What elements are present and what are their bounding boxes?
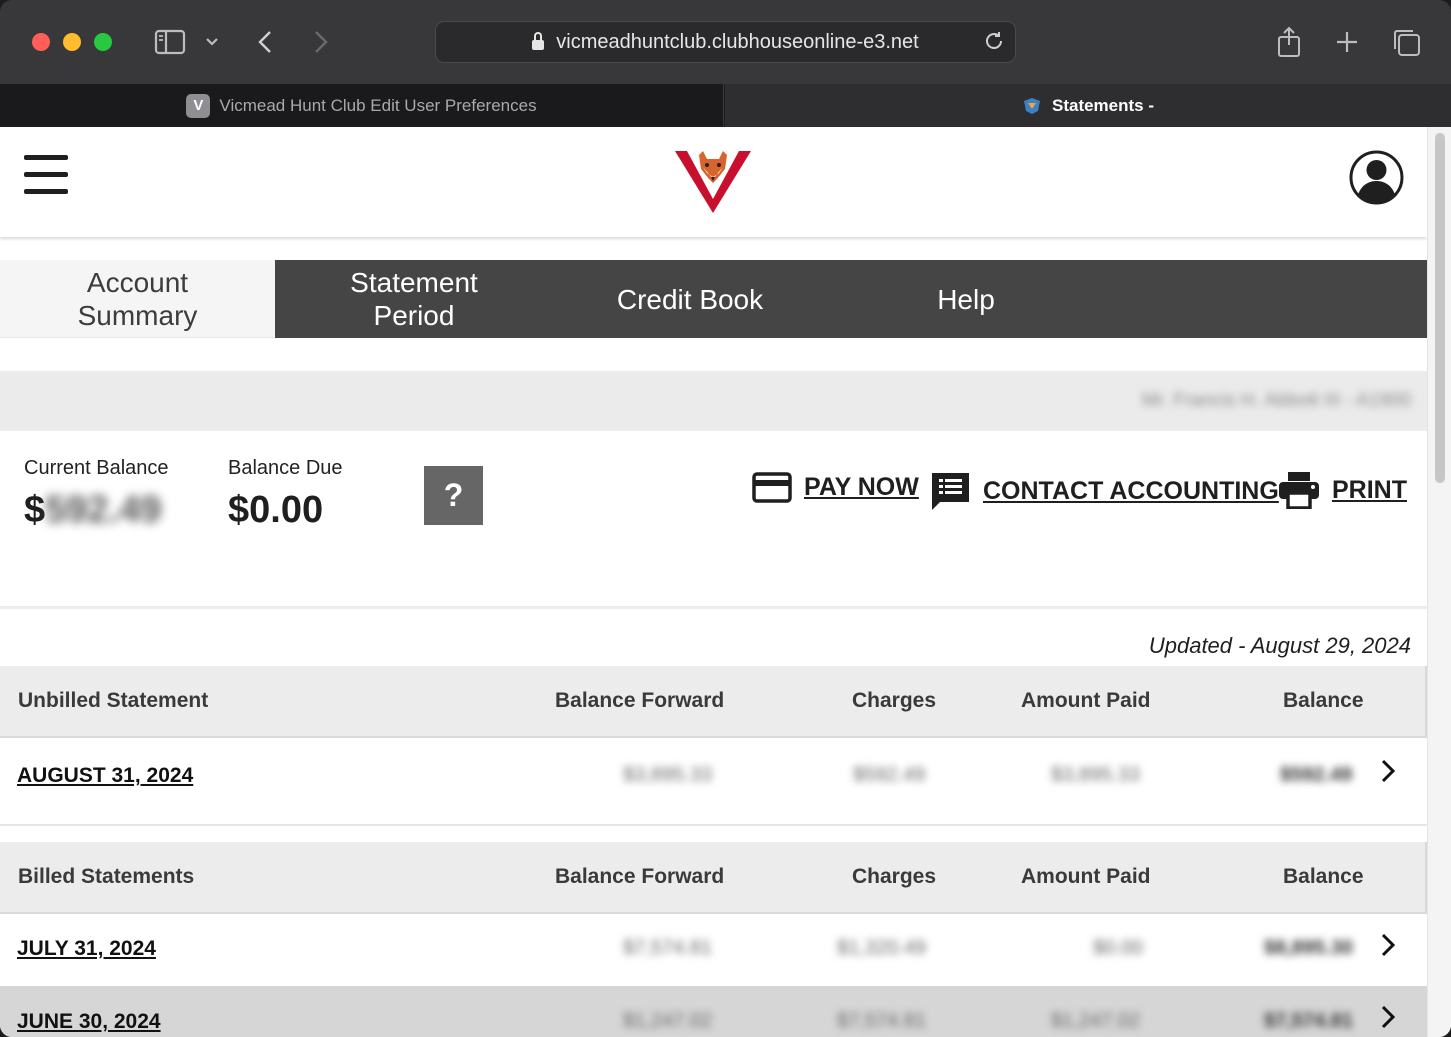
url-text: vicmeadhuntclub.clubhouseonline-e3.net: [556, 30, 919, 53]
web-page: Account Summary Statement Period Credit Bo…: [0, 127, 1451, 1037]
unbilled-table-header: Unbilled Statement Balance Forward Charg…: [0, 666, 1427, 738]
balance-value: $7,574.81: [1264, 1010, 1353, 1032]
contact-accounting-label: CONTACT ACCOUNTING: [983, 476, 1279, 505]
column-header-balance-forward: Balance Forward: [555, 865, 725, 888]
new-tab-icon[interactable]: [1332, 24, 1362, 60]
pay-now-link[interactable]: PAY NOW: [752, 471, 919, 503]
address-bar[interactable]: vicmeadhuntclub.clubhouseonline-e3.net: [435, 21, 1016, 63]
zoom-window-button[interactable]: [94, 33, 112, 51]
share-icon[interactable]: [1274, 24, 1304, 60]
balance-forward-value: $3,895.33: [623, 764, 712, 786]
column-header-charges: Charges: [852, 865, 937, 888]
browser-toolbar: vicmeadhuntclub.clubhouseonline-e3.net: [0, 0, 1451, 84]
lock-icon: [532, 32, 545, 50]
printer-icon: [1279, 472, 1319, 509]
tab-label-line1: Statement: [350, 267, 478, 298]
column-header-amount-paid: Amount Paid: [1021, 865, 1151, 888]
tab-strip: V Vicmead Hunt Club Edit User Preference…: [0, 84, 1451, 127]
print-label: PRINT: [1332, 475, 1407, 504]
chevron-right-icon[interactable]: [1378, 1004, 1398, 1030]
statement-date-link[interactable]: AUGUST 31, 2024: [17, 764, 193, 788]
statement-nav: Account Summary Statement Period Credit Bo…: [0, 260, 1427, 338]
balance-due-value: $0.00: [228, 489, 324, 531]
tab-label: Statements -: [1051, 95, 1155, 115]
table-row[interactable]: AUGUST 31, 2024 $3,895.33 $592.49 $3,895…: [0, 740, 1427, 826]
site-favicon-icon: [1022, 97, 1042, 115]
balance-due-label: Balance Due: [228, 457, 343, 479]
balance-summary: Current Balance $592.49 Balance Due $0.0…: [0, 431, 1427, 609]
amount-paid-value: $1,247.02: [1051, 1010, 1140, 1032]
menu-icon[interactable]: [24, 155, 68, 195]
tab-label: Vicmead Hunt Club Edit User Preferences: [219, 95, 537, 115]
balance-value: $592.49: [1280, 764, 1353, 786]
currency-symbol: $: [24, 489, 46, 531]
club-logo[interactable]: [673, 149, 753, 215]
reload-icon[interactable]: [983, 30, 1005, 58]
tab-label-line2: Period: [373, 300, 455, 331]
current-balance-amount: 592.49: [45, 489, 162, 531]
column-header-balance-forward: Balance Forward: [555, 689, 725, 712]
charges-value: $1,320.49: [837, 937, 926, 959]
minimize-window-button[interactable]: [63, 33, 81, 51]
balance-forward-value: $7,574.81: [623, 937, 712, 959]
pay-now-label: PAY NOW: [804, 472, 919, 501]
tab-statement-period[interactable]: Statement Period: [276, 260, 552, 338]
v-favicon-icon: V: [186, 93, 211, 118]
message-icon: [932, 473, 969, 510]
scrollbar-thumb[interactable]: [1435, 133, 1445, 483]
amount-paid-value: $0.00: [1093, 937, 1144, 959]
amount-paid-value: $3,895.33: [1051, 764, 1140, 786]
billed-table-header: Billed Statements Balance Forward Charge…: [0, 842, 1427, 914]
charges-value: $7,574.81: [837, 1010, 926, 1032]
current-balance-value: $592.49: [24, 489, 161, 532]
balance-forward-value: $1,247.02: [623, 1010, 712, 1032]
sidebar-toggle-icon[interactable]: [152, 24, 188, 60]
page-scrollbar[interactable]: [1427, 127, 1451, 1037]
tab-statements[interactable]: Statements -: [725, 84, 1451, 127]
tab-account-summary[interactable]: Account Summary: [0, 260, 275, 338]
print-link[interactable]: PRINT: [1278, 471, 1407, 509]
tab-user-preferences[interactable]: V Vicmead Hunt Club Edit User Preference…: [0, 84, 724, 127]
updated-date: Updated - August 29, 2024: [1148, 633, 1411, 658]
balance-help-button[interactable]: ?: [424, 466, 483, 525]
chevron-down-icon[interactable]: [200, 24, 224, 60]
column-header-charges: Charges: [852, 689, 937, 712]
tab-label-line1: Account: [86, 266, 189, 298]
credit-card-icon: [752, 472, 792, 503]
column-header-amount-paid: Amount Paid: [1021, 689, 1151, 712]
tab-help[interactable]: Help: [828, 260, 1104, 338]
member-info-bar: Mr. Francis H. Abbott III - A1900: [0, 371, 1427, 431]
column-header-balance: Balance: [1283, 689, 1364, 712]
column-header-statement: Billed Statements: [18, 865, 195, 888]
back-icon[interactable]: [250, 24, 280, 60]
statement-date-link[interactable]: JULY 31, 2024: [17, 937, 156, 961]
statement-date-link[interactable]: JUNE 30, 2024: [17, 1010, 161, 1034]
tab-overview-icon[interactable]: [1390, 24, 1422, 60]
table-row[interactable]: JUNE 30, 2024 $1,247.02 $7,574.81 $1,247…: [0, 986, 1427, 1037]
chevron-right-icon[interactable]: [1378, 758, 1398, 784]
balance-value: $8,895.30: [1264, 937, 1353, 959]
close-window-button[interactable]: [32, 33, 50, 51]
browser-window: vicmeadhuntclub.clubhouseonline-e3.net V…: [0, 0, 1451, 1037]
forward-icon[interactable]: [306, 24, 336, 60]
column-header-balance: Balance: [1283, 865, 1364, 888]
tab-credit-book[interactable]: Credit Book: [552, 260, 828, 338]
chevron-right-icon[interactable]: [1378, 932, 1398, 958]
user-account-icon[interactable]: [1349, 150, 1404, 205]
site-header: [0, 127, 1427, 237]
member-name-id: Mr. Francis H. Abbott III - A1900: [1141, 390, 1411, 411]
tab-label-line2: Summary: [77, 299, 198, 331]
table-row[interactable]: JULY 31, 2024 $7,574.81 $1,320.49 $0.00 …: [0, 916, 1427, 988]
column-header-statement: Unbilled Statement: [18, 689, 209, 712]
contact-accounting-link[interactable]: CONTACT ACCOUNTING: [930, 471, 1279, 511]
current-balance-label: Current Balance: [24, 457, 169, 479]
charges-value: $592.49: [853, 764, 926, 786]
